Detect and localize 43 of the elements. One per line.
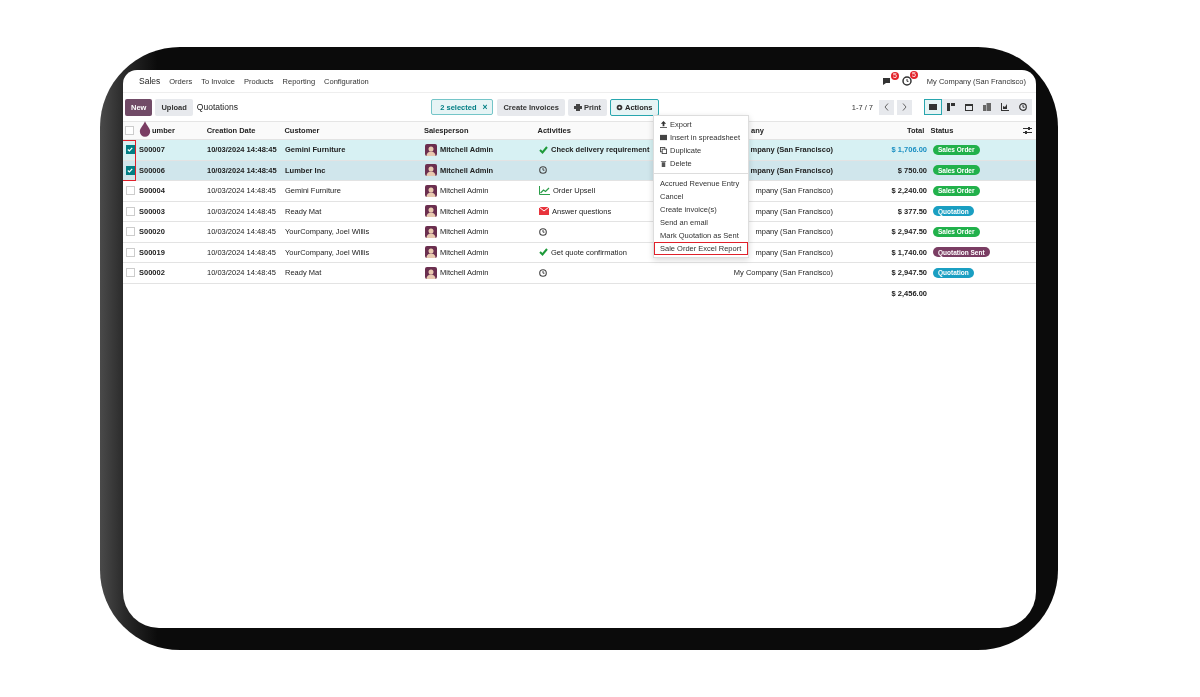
column-settings-icon[interactable]: [1023, 127, 1033, 134]
clock-icon[interactable]: [539, 268, 547, 277]
chevron-left-icon: [884, 103, 889, 111]
clock-icon[interactable]: [539, 166, 547, 175]
app-name[interactable]: Sales: [139, 76, 161, 86]
page-title: Quotations: [196, 102, 238, 112]
clock-icon[interactable]: [901, 76, 912, 86]
avatar-icon: [425, 205, 437, 218]
chevron-right-icon: [902, 103, 907, 111]
avatar-icon: [425, 184, 437, 197]
gear-icon: [616, 103, 623, 111]
clock-icon[interactable]: [539, 227, 547, 236]
checkmark-icon[interactable]: [539, 145, 548, 154]
highlight-frame: [123, 140, 136, 181]
pin-marker: [138, 120, 151, 137]
envelope-icon[interactable]: [539, 207, 549, 216]
avatar-icon: [425, 164, 437, 177]
avatar-icon: [425, 246, 437, 259]
trend-chart-icon[interactable]: [539, 186, 550, 196]
chat-icon[interactable]: [881, 76, 893, 86]
row-checkbox[interactable]: [125, 145, 135, 155]
graph-icon: [1001, 103, 1009, 111]
avatar-icon: [425, 143, 437, 156]
trash-icon: [660, 160, 667, 167]
next-button[interactable]: [897, 99, 912, 115]
clear-selection-button[interactable]: ×: [482, 102, 488, 112]
table-icon: [660, 134, 667, 141]
avatar-icon: [425, 225, 437, 238]
calendar-icon: [965, 103, 973, 111]
copy-icon: [660, 147, 667, 154]
kanban-view-button[interactable]: [942, 99, 960, 115]
pivot-icon: [983, 103, 991, 111]
select-all-checkbox[interactable]: [125, 126, 135, 135]
row-checkbox[interactable]: [125, 165, 135, 175]
activity-icon: [1019, 103, 1027, 111]
list-icon: [929, 103, 937, 111]
list-view-button[interactable]: [924, 99, 942, 115]
kanban-icon: [947, 103, 955, 111]
activity-view-button[interactable]: [1014, 99, 1032, 115]
upload-icon: [660, 121, 667, 128]
checkmark-icon[interactable]: [539, 248, 548, 257]
previous-button[interactable]: [879, 99, 894, 115]
avatar-icon: [425, 266, 437, 279]
